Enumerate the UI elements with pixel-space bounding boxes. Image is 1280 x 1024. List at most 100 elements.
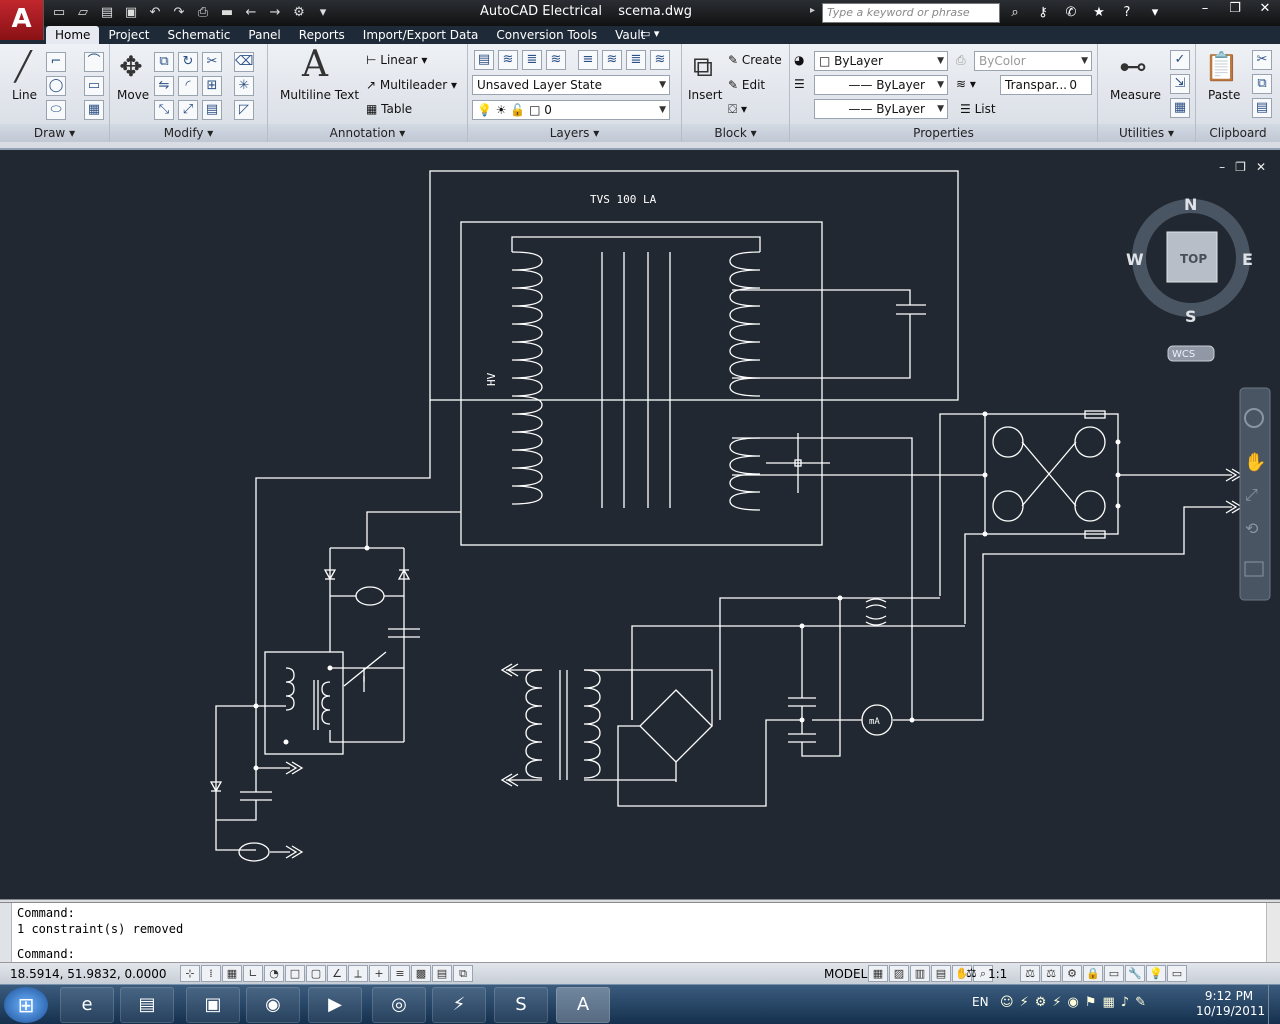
viewcube-north[interactable]: N	[1184, 195, 1197, 214]
utilities-panel-title[interactable]: Utilities ▾	[1098, 124, 1195, 142]
layer-freeze-icon[interactable]: ≋	[602, 50, 622, 70]
layer-off-icon[interactable]: ≡	[578, 50, 598, 70]
navigation-bar[interactable]: ✋ ⤢ ⟲	[1239, 387, 1271, 601]
rectangle-icon[interactable]: ▭	[84, 76, 104, 96]
game-app-icon[interactable]: ▣	[186, 987, 240, 1023]
transparency-field[interactable]: Transpar... 0	[1000, 75, 1092, 95]
ellipse-icon[interactable]: ⬭	[46, 100, 66, 120]
zoom-icon[interactable]: ⤢	[1245, 485, 1258, 504]
grid-icon[interactable]: ▦	[222, 965, 242, 982]
bc-app-icon[interactable]: ◉	[246, 987, 300, 1023]
new-file-icon[interactable]: ▭	[48, 3, 70, 23]
key-icon[interactable]: ⚷	[1032, 3, 1054, 23]
layout2-icon[interactable]: ▨	[889, 965, 909, 982]
network-icon[interactable]: ▦	[1103, 995, 1115, 1010]
folder-icon[interactable]: ▬	[216, 3, 238, 23]
ducs-icon[interactable]: ⟂	[348, 965, 368, 982]
layer-state-icon[interactable]: ≋	[498, 50, 518, 70]
command-line-grip[interactable]	[0, 903, 12, 963]
measure-button[interactable]: Measure	[1110, 88, 1161, 102]
layer-lock-icon[interactable]: ≣	[626, 50, 646, 70]
chamfer-icon[interactable]: ◸	[234, 100, 254, 120]
multiline-text-button[interactable]: Multiline Text	[280, 88, 359, 102]
flag-icon[interactable]: ⚑	[1085, 995, 1097, 1010]
tray-app-icon[interactable]: ✎	[1135, 995, 1146, 1010]
tab-panel[interactable]: Panel	[239, 26, 289, 44]
otrack-icon[interactable]: ∠	[327, 965, 347, 982]
binoculars-icon[interactable]: ⌕	[1004, 3, 1026, 23]
copy-clip-icon[interactable]: ⧉	[1252, 74, 1272, 94]
mirror-icon[interactable]: ⇋	[154, 76, 174, 96]
explode-icon[interactable]: ✳	[234, 76, 254, 96]
back-icon[interactable]: ←	[240, 3, 262, 23]
transparency-icon[interactable]: ≋ ▾	[956, 77, 976, 91]
block-attributes-icon[interactable]: ⛋ ▾	[728, 102, 747, 117]
selection-cycling-icon[interactable]: ⧉	[453, 965, 473, 982]
layer-walk-icon[interactable]: ≋	[650, 50, 670, 70]
orbit-icon[interactable]: ⟲	[1245, 519, 1259, 538]
skype-icon[interactable]: S	[494, 987, 548, 1023]
linetype-dropdown[interactable]: —— ByLayer ▼	[814, 75, 948, 95]
internet-explorer-icon[interactable]: e	[60, 987, 114, 1023]
quick-properties-icon[interactable]: ▤	[432, 965, 452, 982]
trim-icon[interactable]: ✂	[202, 52, 222, 72]
arc-icon[interactable]: ⌒	[84, 52, 104, 72]
transparency-value[interactable]: 0	[1069, 76, 1077, 94]
restore-icon[interactable]: ❐	[1220, 0, 1250, 20]
infer-constraints-icon[interactable]: ⊹	[180, 965, 200, 982]
tray-app-icon[interactable]: ⚡	[1052, 995, 1061, 1010]
lineweight-icon[interactable]: ☰	[794, 77, 805, 91]
tab-import-export[interactable]: Import/Export Data	[354, 26, 488, 44]
layout-icon[interactable]: ▦	[868, 965, 888, 982]
insert-block-icon[interactable]: ⧉	[686, 50, 720, 84]
osnap-icon[interactable]: □	[285, 965, 305, 982]
tab-reports[interactable]: Reports	[290, 26, 354, 44]
paste-icon[interactable]: 📋	[1204, 50, 1239, 84]
polyline-icon[interactable]: ⌐	[46, 52, 66, 72]
open-project-icon[interactable]: ▤	[96, 3, 118, 23]
tab-project[interactable]: Project	[99, 26, 158, 44]
communication-icon[interactable]: ✆	[1060, 3, 1082, 23]
stretch-icon[interactable]: ⤡	[154, 100, 174, 120]
coordinate-readout[interactable]: 18.5914, 51.9832, 0.0000	[10, 967, 167, 981]
move-button[interactable]: Move	[117, 88, 149, 102]
calculator-icon[interactable]: ▦	[1170, 98, 1190, 118]
drawing-canvas[interactable]: – ❐ ✕ TVS 100 LA HV mA TOP N S E W WCS ✋…	[0, 148, 1280, 900]
color-wheel-icon[interactable]: ◕	[794, 53, 804, 67]
annotation-panel-title[interactable]: Annotation ▾	[268, 124, 467, 142]
clipboard-panel-title[interactable]: Clipboard	[1196, 124, 1280, 142]
annotation-scale[interactable]: 1:1	[988, 967, 1007, 981]
rotate-icon[interactable]: ↻	[178, 52, 198, 72]
viewcube[interactable]: TOP N S E W WCS	[1126, 195, 1253, 362]
hatch-icon[interactable]: ▦	[84, 100, 104, 120]
viewcube-south[interactable]: S	[1185, 307, 1197, 326]
language-indicator[interactable]: EN	[972, 995, 989, 1009]
circle-icon[interactable]: ◯	[46, 76, 66, 96]
color-dropdown[interactable]: □ ByLayer ▼	[814, 51, 948, 71]
autocad-taskbar-icon[interactable]: A	[556, 987, 610, 1023]
layers-panel-title[interactable]: Layers ▾	[468, 124, 681, 142]
hardware-acceleration-icon[interactable]: ▭	[1104, 965, 1124, 982]
transparency-toggle-icon[interactable]: ▩	[411, 965, 431, 982]
move-icon[interactable]: ✥	[114, 50, 148, 84]
polar-icon[interactable]: ◔	[264, 965, 284, 982]
save-icon[interactable]: ▣	[120, 3, 142, 23]
annotation-visibility-icon[interactable]: ⚖	[1020, 965, 1040, 982]
command-prompt[interactable]: Command:	[17, 947, 75, 961]
favorites-star-icon[interactable]: ★	[1088, 3, 1110, 23]
undo-icon[interactable]: ↶	[144, 3, 166, 23]
multiline-text-icon[interactable]: A	[298, 47, 332, 83]
viewcube-east[interactable]: E	[1242, 250, 1253, 269]
ribbon-minimize-icon[interactable]: ▭ ▾	[640, 27, 659, 40]
tools-icon[interactable]: 🔧	[1125, 965, 1145, 982]
3d-osnap-icon[interactable]: ▢	[306, 965, 326, 982]
quick-select-icon[interactable]: ✓	[1170, 50, 1190, 70]
lineweight-dropdown[interactable]: —— ByLayer ▼	[814, 99, 948, 119]
workspace-icon[interactable]: ⚙	[1062, 965, 1082, 982]
start-button[interactable]: ⊞	[4, 987, 48, 1023]
ortho-icon[interactable]: ∟	[243, 965, 263, 982]
tray-app-icon[interactable]: ⚙	[1035, 995, 1047, 1010]
insert-button[interactable]: Insert	[688, 88, 722, 102]
create-block-button[interactable]: ✎ Create	[728, 53, 782, 67]
lock-icon[interactable]: 🔒	[1083, 965, 1103, 982]
